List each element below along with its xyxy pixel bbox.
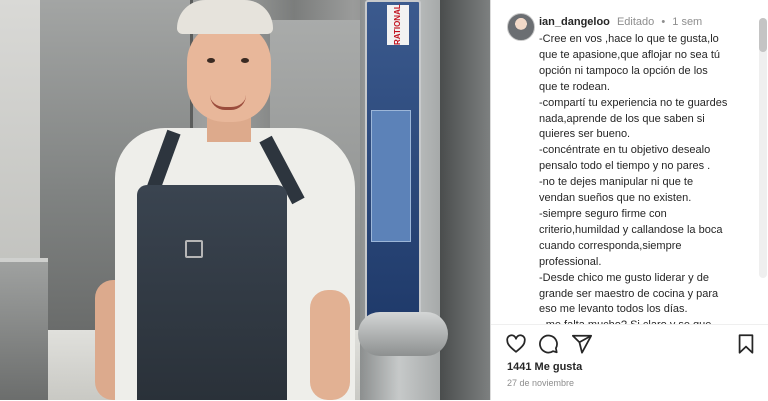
avatar[interactable] [507, 13, 535, 41]
caption-line: quieres ser bueno. [539, 128, 631, 141]
caption-area[interactable]: ian_dangeloo Editado • 1 sem -Cree en vo… [491, 0, 768, 324]
caption-line: -Cree en vos ,hace lo que te gusta,lo [539, 33, 719, 45]
left-eye [207, 58, 215, 63]
steel-counter [0, 258, 48, 400]
caption-scrollbar[interactable] [759, 18, 767, 278]
heart-icon[interactable] [505, 333, 527, 355]
oven-brand-logo: RATIONAL [387, 4, 409, 45]
caption-line: -concéntrate en tu objetivo desealo [539, 144, 711, 157]
post-panel: ian_dangeloo Editado • 1 sem -Cree en vo… [490, 0, 768, 401]
caption-line: criterio,humildad y callandose la boca [539, 223, 723, 236]
oven-screen [371, 110, 411, 242]
caption-line: nada,aprende de los que saben si [539, 112, 705, 125]
share-icon[interactable] [571, 333, 593, 355]
post-date: 27 de noviembre [507, 378, 575, 388]
oven-handle [358, 312, 448, 356]
right-arm [310, 290, 350, 400]
likes-count[interactable]: 1441 Me gusta [507, 361, 582, 373]
post-time[interactable]: 1 sem [672, 16, 702, 28]
caption-line: -compartí tu experiencia no te guardes [539, 96, 728, 109]
cap [177, 0, 273, 34]
apron [137, 185, 287, 400]
caption-line: opción ni tampoco la opción de los [539, 64, 708, 77]
caption-line: professional. [539, 255, 602, 268]
right-eye [241, 58, 249, 63]
apron-buckle [185, 240, 203, 258]
edited-label: Editado [616, 16, 655, 28]
post-actions: 1441 Me gusta 27 de noviembre [491, 324, 768, 401]
caption-line: pensalo todo el tiempo y no pares . [539, 160, 711, 173]
caption-line: grande ser maestro de cocina y para [539, 287, 719, 300]
post-caption: -Cree en vos ,hace lo que te gusta,lo que… [539, 32, 753, 324]
caption-line: -no te dejes manipular ni que te [539, 176, 694, 189]
oven-frame [440, 0, 490, 400]
chef-person [95, 0, 365, 400]
caption-scrollbar-thumb[interactable] [759, 18, 767, 52]
caption-line: vendan sueños que no existen. [539, 192, 692, 205]
caption-line: cuando corresponda,siempre [539, 239, 682, 252]
caption-line: -Desde chico me gusto liderar y de [539, 271, 709, 284]
post-photo[interactable]: RATIONAL [0, 0, 490, 400]
bookmark-icon[interactable] [735, 333, 757, 355]
post-header: ian_dangeloo Editado • 1 sem [539, 16, 759, 28]
meta-separator: • [661, 16, 666, 28]
caption-line: eso me levanto todos los días. [539, 303, 688, 316]
comment-icon[interactable] [537, 333, 559, 355]
caption-line: que te apasione,que aflojar no sea tú [539, 48, 721, 61]
caption-line: que te rodean. [539, 80, 610, 93]
caption-line: -siempre seguro firme con [539, 207, 667, 220]
username-link[interactable]: ian_dangeloo [539, 16, 610, 28]
